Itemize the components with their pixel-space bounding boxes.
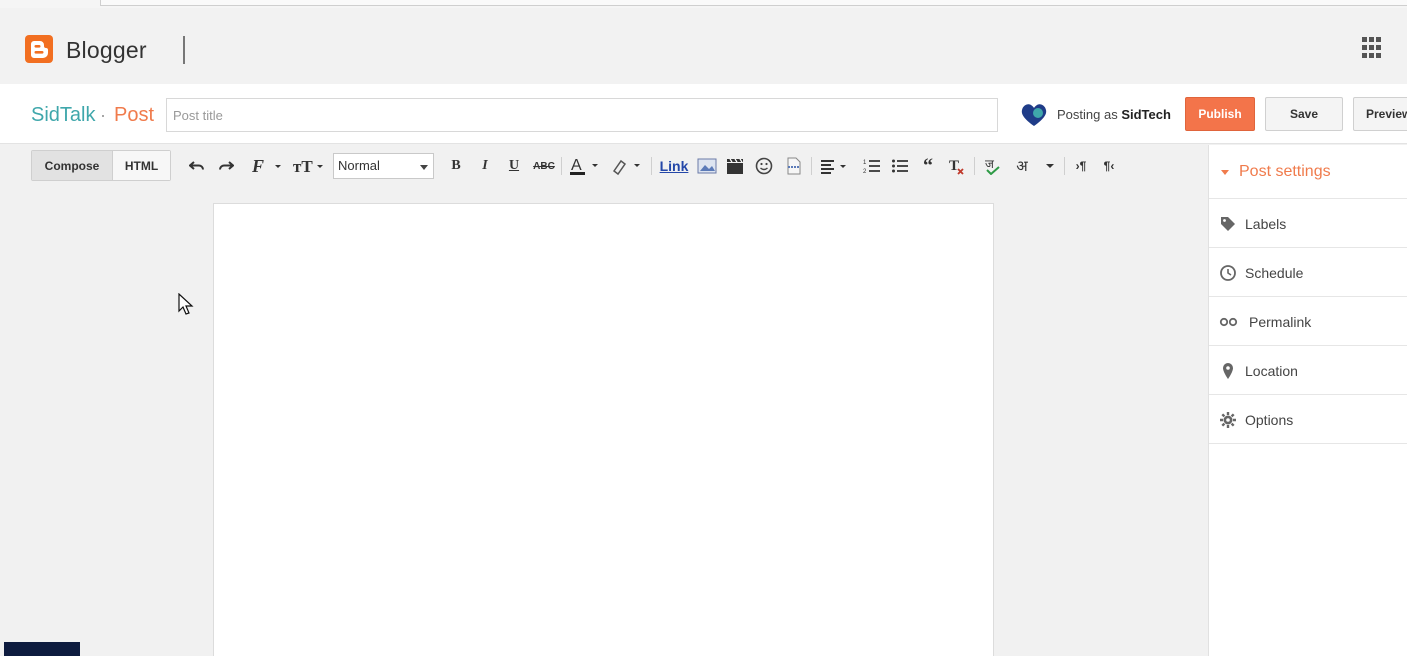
- quote-icon[interactable]: “: [918, 155, 938, 177]
- emoji-icon[interactable]: [754, 156, 774, 176]
- gear-icon: [1219, 411, 1237, 429]
- svg-text:F: F: [251, 157, 264, 175]
- clock-icon: [1219, 264, 1237, 282]
- numbered-list-icon[interactable]: 12: [862, 156, 882, 176]
- posting-as-text: Posting as SidTech: [1057, 107, 1171, 122]
- highlight-icon[interactable]: [610, 156, 644, 176]
- ltr-icon[interactable]: ›¶: [1072, 156, 1090, 176]
- link-icon: [1219, 313, 1238, 331]
- blog-name-link[interactable]: SidTalk: [31, 104, 95, 127]
- strikethrough-icon[interactable]: ABC: [533, 156, 555, 176]
- font-size-icon[interactable]: тT: [292, 156, 326, 176]
- svg-text:2: 2: [863, 169, 867, 175]
- bold-icon[interactable]: B: [448, 156, 464, 176]
- collapse-triangle-icon: [1221, 170, 1229, 175]
- posting-as-prefix: Posting as: [1057, 107, 1118, 122]
- sidebar-item-location[interactable]: Location: [1209, 346, 1407, 395]
- undo-icon[interactable]: [188, 156, 206, 176]
- font-size-select[interactable]: Normal: [333, 153, 434, 179]
- svg-text:ज: ज: [985, 157, 995, 171]
- post-title-input[interactable]: [166, 98, 998, 132]
- html-mode-button[interactable]: HTML: [112, 151, 170, 180]
- author-avatar-icon[interactable]: [1020, 102, 1048, 128]
- transliteration-icon[interactable]: अ: [1011, 156, 1033, 176]
- sidebar-item-label: Location: [1245, 363, 1298, 379]
- spellcheck-icon[interactable]: ज: [982, 156, 1004, 176]
- toolbar-divider: [811, 157, 812, 175]
- align-icon[interactable]: [818, 156, 852, 176]
- save-button[interactable]: Save: [1265, 97, 1343, 131]
- post-header-bar: SidTalk · Post Posting as SidTech Publis…: [0, 84, 1407, 144]
- font-size-selected: Normal: [338, 158, 380, 173]
- svg-text:A: A: [571, 157, 582, 174]
- taskbar-fragment: [4, 642, 80, 656]
- sidebar-item-labels[interactable]: Labels: [1209, 199, 1407, 248]
- compose-mode-button[interactable]: Compose: [32, 151, 112, 180]
- video-icon[interactable]: [725, 156, 745, 176]
- toolbar-divider: [1064, 157, 1065, 175]
- svg-text:1: 1: [863, 160, 867, 166]
- svg-text:тT: тT: [293, 157, 313, 175]
- sidebar-item-permalink[interactable]: Permalink: [1209, 297, 1407, 346]
- top-bar: Blogger: [0, 8, 1407, 84]
- browser-tab[interactable]: [100, 0, 1407, 6]
- tag-icon: [1219, 215, 1237, 233]
- text-color-icon[interactable]: A: [568, 156, 602, 176]
- post-label: Post: [114, 104, 155, 126]
- sidebar-item-options[interactable]: Options: [1209, 395, 1407, 444]
- blogger-logo-icon[interactable]: [25, 35, 53, 63]
- publish-button[interactable]: Publish: [1185, 97, 1255, 131]
- header-divider: [183, 36, 185, 64]
- post-settings-header[interactable]: Post settings: [1209, 145, 1407, 199]
- svg-text:T: T: [949, 158, 959, 174]
- editor-mode-toggle: Compose HTML: [31, 150, 171, 181]
- jump-break-icon[interactable]: [784, 156, 804, 176]
- post-settings-title: Post settings: [1239, 163, 1331, 180]
- image-icon[interactable]: [697, 156, 717, 176]
- sidebar-item-schedule[interactable]: Schedule: [1209, 248, 1407, 297]
- sidebar-item-label: Labels: [1245, 216, 1287, 232]
- brand-name[interactable]: Blogger: [66, 37, 147, 64]
- preview-button[interactable]: Preview: [1353, 97, 1407, 131]
- posting-as-name[interactable]: SidTech: [1121, 107, 1171, 122]
- redo-icon[interactable]: [217, 156, 235, 176]
- bulleted-list-icon[interactable]: [890, 156, 910, 176]
- rtl-icon[interactable]: ¶‹: [1100, 156, 1118, 176]
- post-body-editor[interactable]: [213, 203, 994, 656]
- pin-icon: [1219, 362, 1237, 380]
- title-separator: ·: [100, 105, 106, 125]
- editor-toolbar: Compose HTML F тT Normal B I U ABC A Lin…: [0, 145, 1208, 187]
- sidebar-item-label: Schedule: [1245, 265, 1304, 281]
- sidebar-item-label: Permalink: [1249, 314, 1312, 330]
- apps-grid-icon[interactable]: [1362, 37, 1384, 59]
- remove-formatting-icon[interactable]: T: [946, 156, 966, 176]
- toolbar-divider: [651, 157, 652, 175]
- italic-icon[interactable]: I: [477, 156, 493, 176]
- chevron-down-icon: [420, 165, 428, 170]
- underline-icon[interactable]: U: [506, 156, 522, 176]
- toolbar-divider: [974, 157, 975, 175]
- insert-link-button[interactable]: Link: [660, 156, 689, 176]
- chevron-down-icon[interactable]: [1042, 156, 1058, 176]
- sidebar-item-label: Options: [1245, 412, 1294, 428]
- font-family-icon[interactable]: F: [250, 156, 284, 176]
- toolbar-divider: [561, 157, 562, 175]
- mouse-cursor-icon: [178, 292, 194, 317]
- browser-tab-strip: [0, 0, 1407, 8]
- post-settings-sidebar: Post settings Labels Schedule Permalink …: [1208, 145, 1407, 656]
